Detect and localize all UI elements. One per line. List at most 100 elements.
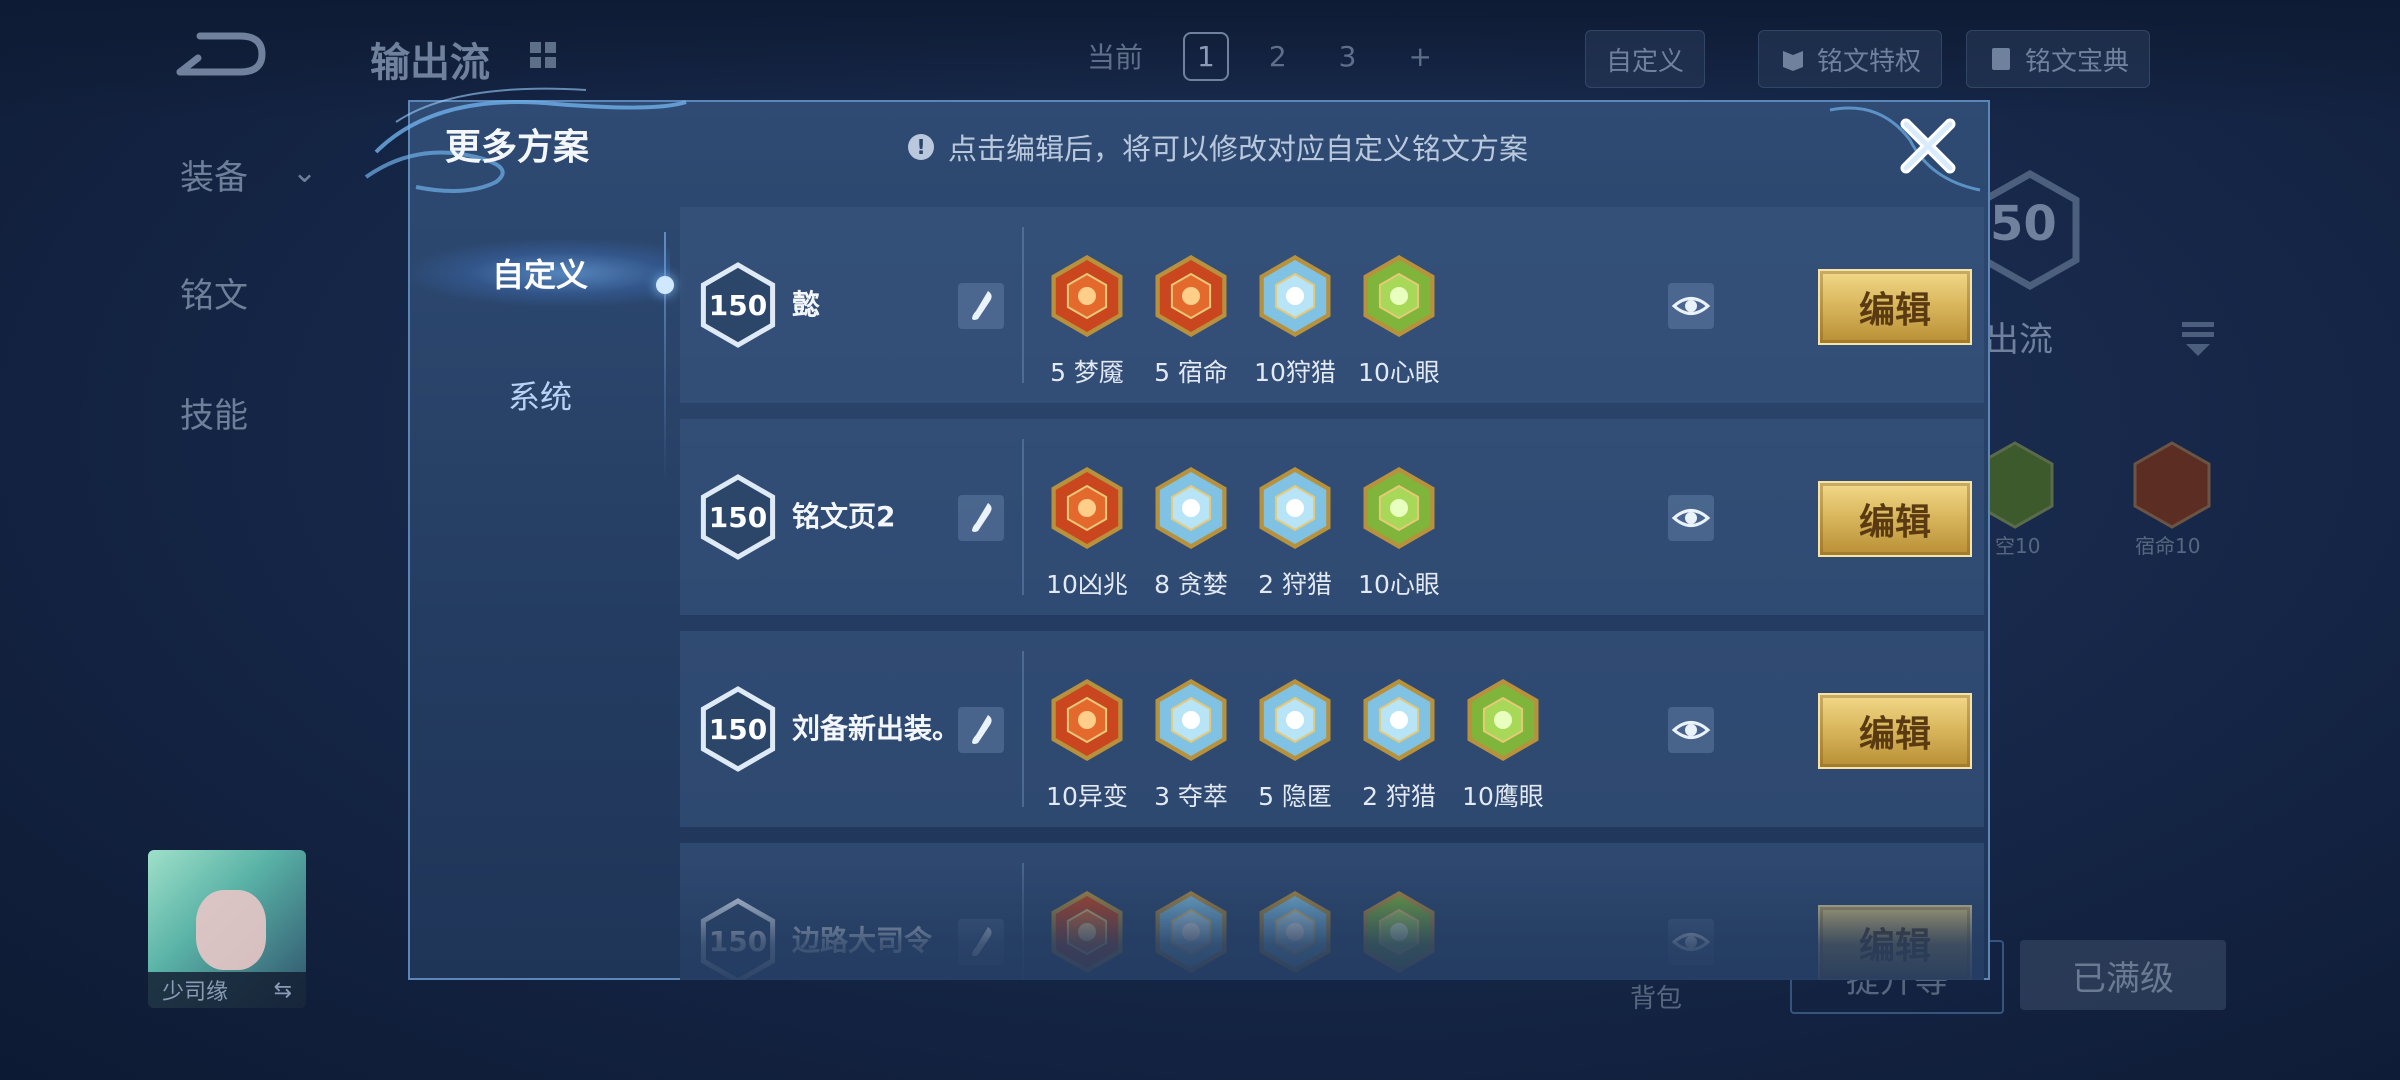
drop-rune-icon (1259, 679, 1331, 761)
plan-row: 150 懿 5 梦魇 5 宿命 10狩猎 10心眼 编辑 (680, 207, 1984, 403)
swap-icon: ⇆ (273, 977, 292, 1003)
lightning-rune-icon (1259, 891, 1331, 973)
preview-button[interactable] (1668, 495, 1714, 541)
mutation-rune-icon (1051, 679, 1123, 761)
eye-icon (1671, 509, 1711, 527)
page-tab-2[interactable]: 2 (1257, 34, 1299, 79)
tab-selected-indicator (656, 276, 674, 294)
edit-button[interactable]: 编辑 (1818, 269, 1972, 345)
preview-button[interactable] (1668, 919, 1714, 965)
background-rune-red-icon (2133, 441, 2211, 529)
plan-row: 150 边路大司令 编辑 (680, 843, 1984, 980)
rename-button[interactable] (958, 283, 1004, 329)
rune-count-label: 5 宿命 (1154, 358, 1228, 387)
flame-rune-icon (1155, 255, 1227, 337)
plan-name: 刘备新出装。 (792, 712, 961, 745)
plan-level-badge: 150 (700, 686, 776, 772)
rune-count-label: 10鹰眼 (1462, 782, 1544, 811)
chevron-down-icon: ⌄ (292, 155, 318, 190)
pencil-icon (972, 927, 992, 956)
side-item-equipment[interactable]: 装备 (180, 150, 248, 199)
plan-level-value: 150 (709, 289, 767, 322)
background-right-label: 出流 (1985, 320, 2053, 360)
eye-icon (1671, 933, 1711, 951)
hero-portrait (196, 890, 266, 970)
preview-button[interactable] (1668, 283, 1714, 329)
leaf-rune-icon (1363, 467, 1435, 549)
edit-button[interactable]: 编辑 (1818, 905, 1972, 980)
pencil-icon (972, 291, 992, 320)
codex-pill-label: 铭文宝典 (2025, 46, 2130, 77)
book-icon (1783, 51, 1803, 71)
row-divider (1022, 651, 1024, 807)
rename-button[interactable] (958, 919, 1004, 965)
privilege-pill[interactable]: 铭文特权 (1758, 30, 1943, 88)
rune-count-label: 10狩猎 (1254, 358, 1336, 387)
close-icon (1900, 118, 1956, 174)
list-icon[interactable] (2180, 318, 2216, 358)
codex-icon (1992, 48, 2010, 70)
side-item-runes[interactable]: 铭文 (180, 268, 248, 317)
plan-level-value: 150 (709, 713, 767, 746)
backpack-label: 背包 (1630, 984, 1683, 1014)
max-level-button[interactable]: 已满级 (2020, 940, 2226, 1010)
triquetra-rune-icon (1155, 891, 1227, 973)
custom-pill-label: 自定义 (1606, 46, 1685, 77)
star-rune-icon (1155, 467, 1227, 549)
grid-icon[interactable] (528, 40, 558, 70)
rune-count-label: 10心眼 (1358, 358, 1440, 387)
rename-button[interactable] (958, 707, 1004, 753)
row-divider (1022, 863, 1024, 980)
lightning-rune-icon (1259, 255, 1331, 337)
page-selector: 当前 1 2 3 + (1075, 30, 1444, 82)
page-add-button[interactable]: + (1397, 34, 1444, 79)
lightning-rune-icon (1363, 679, 1435, 761)
codex-pill[interactable]: 铭文宝典 (1966, 30, 2151, 88)
plan-level-badge: 150 (700, 262, 776, 348)
tab-system[interactable]: 系统 (410, 362, 670, 428)
hero-name-bar[interactable]: 少司缘 ⇆ (148, 972, 306, 1008)
pencil-icon (972, 503, 992, 532)
plan-level-badge: 150 (700, 898, 776, 980)
lightning-rune-icon (1259, 467, 1331, 549)
plan-name: 懿 (792, 288, 821, 321)
triquetra-rune-icon (1155, 679, 1227, 761)
plan-level-value: 150 (709, 501, 767, 534)
background-rune-label-2: 宿命10 (2135, 534, 2201, 558)
leaf-rune-icon (1363, 255, 1435, 337)
eye-icon (1671, 297, 1711, 315)
plan-level-value: 150 (709, 925, 767, 958)
plan-level-badge: 150 (700, 474, 776, 560)
plan-name: 铭文页2 (792, 500, 896, 533)
edit-button[interactable]: 编辑 (1818, 693, 1972, 769)
plan-list: 150 懿 5 梦魇 5 宿命 10狩猎 10心眼 编辑 150 铭文页2 10凶兆 8 贪婪 2 狩… (680, 207, 1984, 980)
close-button[interactable] (1896, 114, 1960, 178)
row-divider (1022, 227, 1024, 383)
rune-count-label: 2 狩猎 (1362, 782, 1436, 811)
hero-name: 少司缘 (162, 980, 229, 1005)
tab-custom[interactable]: 自定义 (410, 240, 670, 306)
rename-button[interactable] (958, 495, 1004, 541)
custom-pill[interactable]: 自定义 (1585, 30, 1706, 88)
rune-count-label: 3 夺萃 (1154, 782, 1228, 811)
plan-row: 150 刘备新出装。 10异变 3 夺萃 5 隐匿 2 狩猎 10鹰眼 编辑 (680, 631, 1984, 827)
dialog-hint: ! 点击编辑后，将可以修改对应自定义铭文方案 (908, 126, 1528, 168)
back-arrow-icon[interactable] (170, 28, 270, 80)
info-icon: ! (908, 134, 934, 160)
plan-row: 150 铭文页2 10凶兆 8 贪婪 2 狩猎 10心眼 编辑 (680, 419, 1984, 615)
row-divider (1022, 439, 1024, 595)
rune-count-label: 10心眼 (1358, 570, 1440, 599)
dialog-title: 更多方案 (445, 127, 590, 168)
rune-count-label: 10凶兆 (1046, 570, 1128, 599)
gear-rune-icon (1467, 679, 1539, 761)
plan-name: 边路大司令 (792, 924, 933, 957)
eye-icon (1671, 721, 1711, 739)
leaf-rune-icon (1363, 891, 1435, 973)
edit-button[interactable]: 编辑 (1818, 481, 1972, 557)
side-item-skills[interactable]: 技能 (180, 388, 248, 437)
privilege-pill-label: 铭文特权 (1817, 46, 1922, 77)
preview-button[interactable] (1668, 707, 1714, 753)
page-tab-1[interactable]: 1 (1183, 31, 1229, 81)
page-tab-3[interactable]: 3 (1327, 34, 1369, 79)
background-rune-label-1: 空10 (1995, 534, 2041, 558)
